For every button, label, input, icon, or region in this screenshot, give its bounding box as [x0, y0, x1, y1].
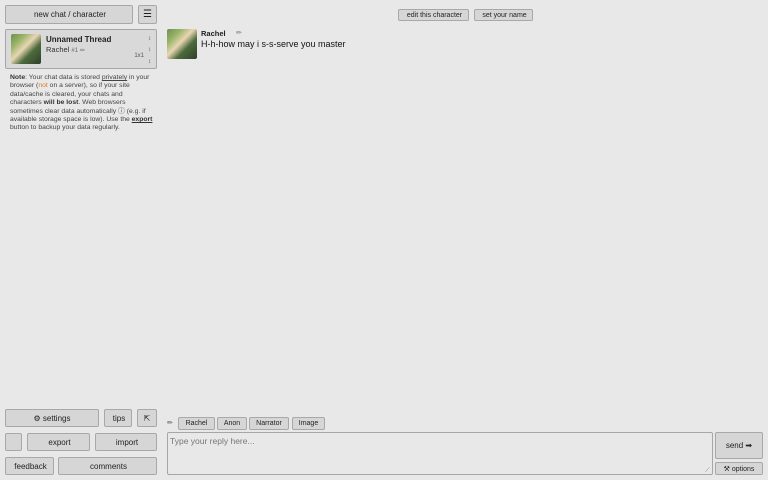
message-author: Rachel [201, 29, 226, 38]
settings-label: ⚙ settings [33, 413, 71, 423]
comments-button[interactable]: comments [58, 457, 157, 475]
thread-delete-icon[interactable]: ↕ [148, 59, 151, 65]
edit-pencil-icon[interactable]: ✏ [80, 48, 85, 54]
quick-edit-pencil-icon[interactable]: ✏ [167, 419, 173, 427]
import-button[interactable]: import [95, 433, 157, 451]
comments-label: comments [90, 461, 127, 471]
will-be-lost-text: will be lost [43, 99, 79, 107]
note-text: button to backup your data regularly. [10, 124, 120, 132]
edit-character-button[interactable]: edit this character [398, 9, 469, 21]
set-name-button[interactable]: set your name [474, 9, 533, 21]
collapse-sidebar-button[interactable]: ⇱ [137, 409, 157, 427]
resize-grip-icon[interactable]: ⟋ [705, 467, 710, 475]
options-label: ⚒ options [723, 465, 755, 473]
export-label: export [48, 437, 71, 447]
thread-card[interactable]: Unnamed Thread Rachel #1 ✏ ↕ ↕ 1x1 ↕ [5, 29, 157, 69]
not-text: not [38, 82, 48, 90]
privately-text: privately [101, 74, 128, 81]
thread-character: Rachel #1 ✏ [46, 45, 85, 54]
tips-button[interactable]: tips [104, 409, 132, 427]
edit-message-icon[interactable]: ✏ [236, 29, 242, 37]
export-link[interactable]: export [132, 116, 153, 123]
thread-duplicate-icon[interactable]: ↕ [148, 47, 151, 53]
new-chat-button[interactable]: new chat / character [5, 5, 133, 24]
quick-narrator-label: Narrator [256, 420, 282, 427]
thread-avatar [11, 34, 41, 64]
send-label: send ➡ [725, 441, 753, 450]
reply-as-narrator-button[interactable]: Narrator [249, 417, 289, 430]
note-prefix: Note [10, 74, 26, 81]
edit-character-label: edit this character [406, 11, 463, 19]
set-name-label: set your name [482, 11, 527, 19]
settings-button[interactable]: ⚙ settings [5, 409, 99, 427]
reply-input[interactable] [167, 432, 713, 475]
options-button[interactable]: ⚒ options [715, 462, 763, 475]
new-chat-label: new chat / character [33, 10, 107, 19]
reply-as-rachel-button[interactable]: Rachel [178, 417, 215, 430]
menu-button[interactable]: ☰ [138, 5, 157, 24]
import-label: import [115, 437, 139, 447]
extra-tools-button[interactable] [5, 433, 22, 451]
feedback-label: feedback [14, 461, 47, 471]
quick-rachel-label: Rachel [185, 420, 208, 427]
quick-anon-label: Anon [223, 420, 241, 427]
storage-note: Note: Your chat data is stored privately… [10, 74, 155, 133]
message-avatar [167, 29, 197, 59]
message-text: H-h-how may i s-s-serve you master [201, 39, 346, 49]
quick-image-label: Image [298, 420, 319, 427]
send-button[interactable]: send ➡ [715, 432, 763, 459]
thread-count: 1x1 [134, 53, 144, 59]
collapse-icon: ⇱ [143, 413, 151, 423]
thread-character-id: #1 [71, 48, 79, 54]
export-button[interactable]: export [27, 433, 90, 451]
thread-character-name: Rachel [46, 45, 70, 54]
reply-as-anon-button[interactable]: Anon [217, 417, 247, 430]
hamburger-icon: ☰ [143, 9, 152, 20]
note-text: : Your chat data is stored [25, 74, 102, 81]
generate-image-button[interactable]: Image [292, 417, 325, 430]
thread-title: Unnamed Thread [46, 35, 112, 44]
tips-label: tips [112, 413, 126, 423]
thread-rename-icon[interactable]: ↕ [148, 36, 151, 42]
feedback-button[interactable]: feedback [5, 457, 54, 475]
